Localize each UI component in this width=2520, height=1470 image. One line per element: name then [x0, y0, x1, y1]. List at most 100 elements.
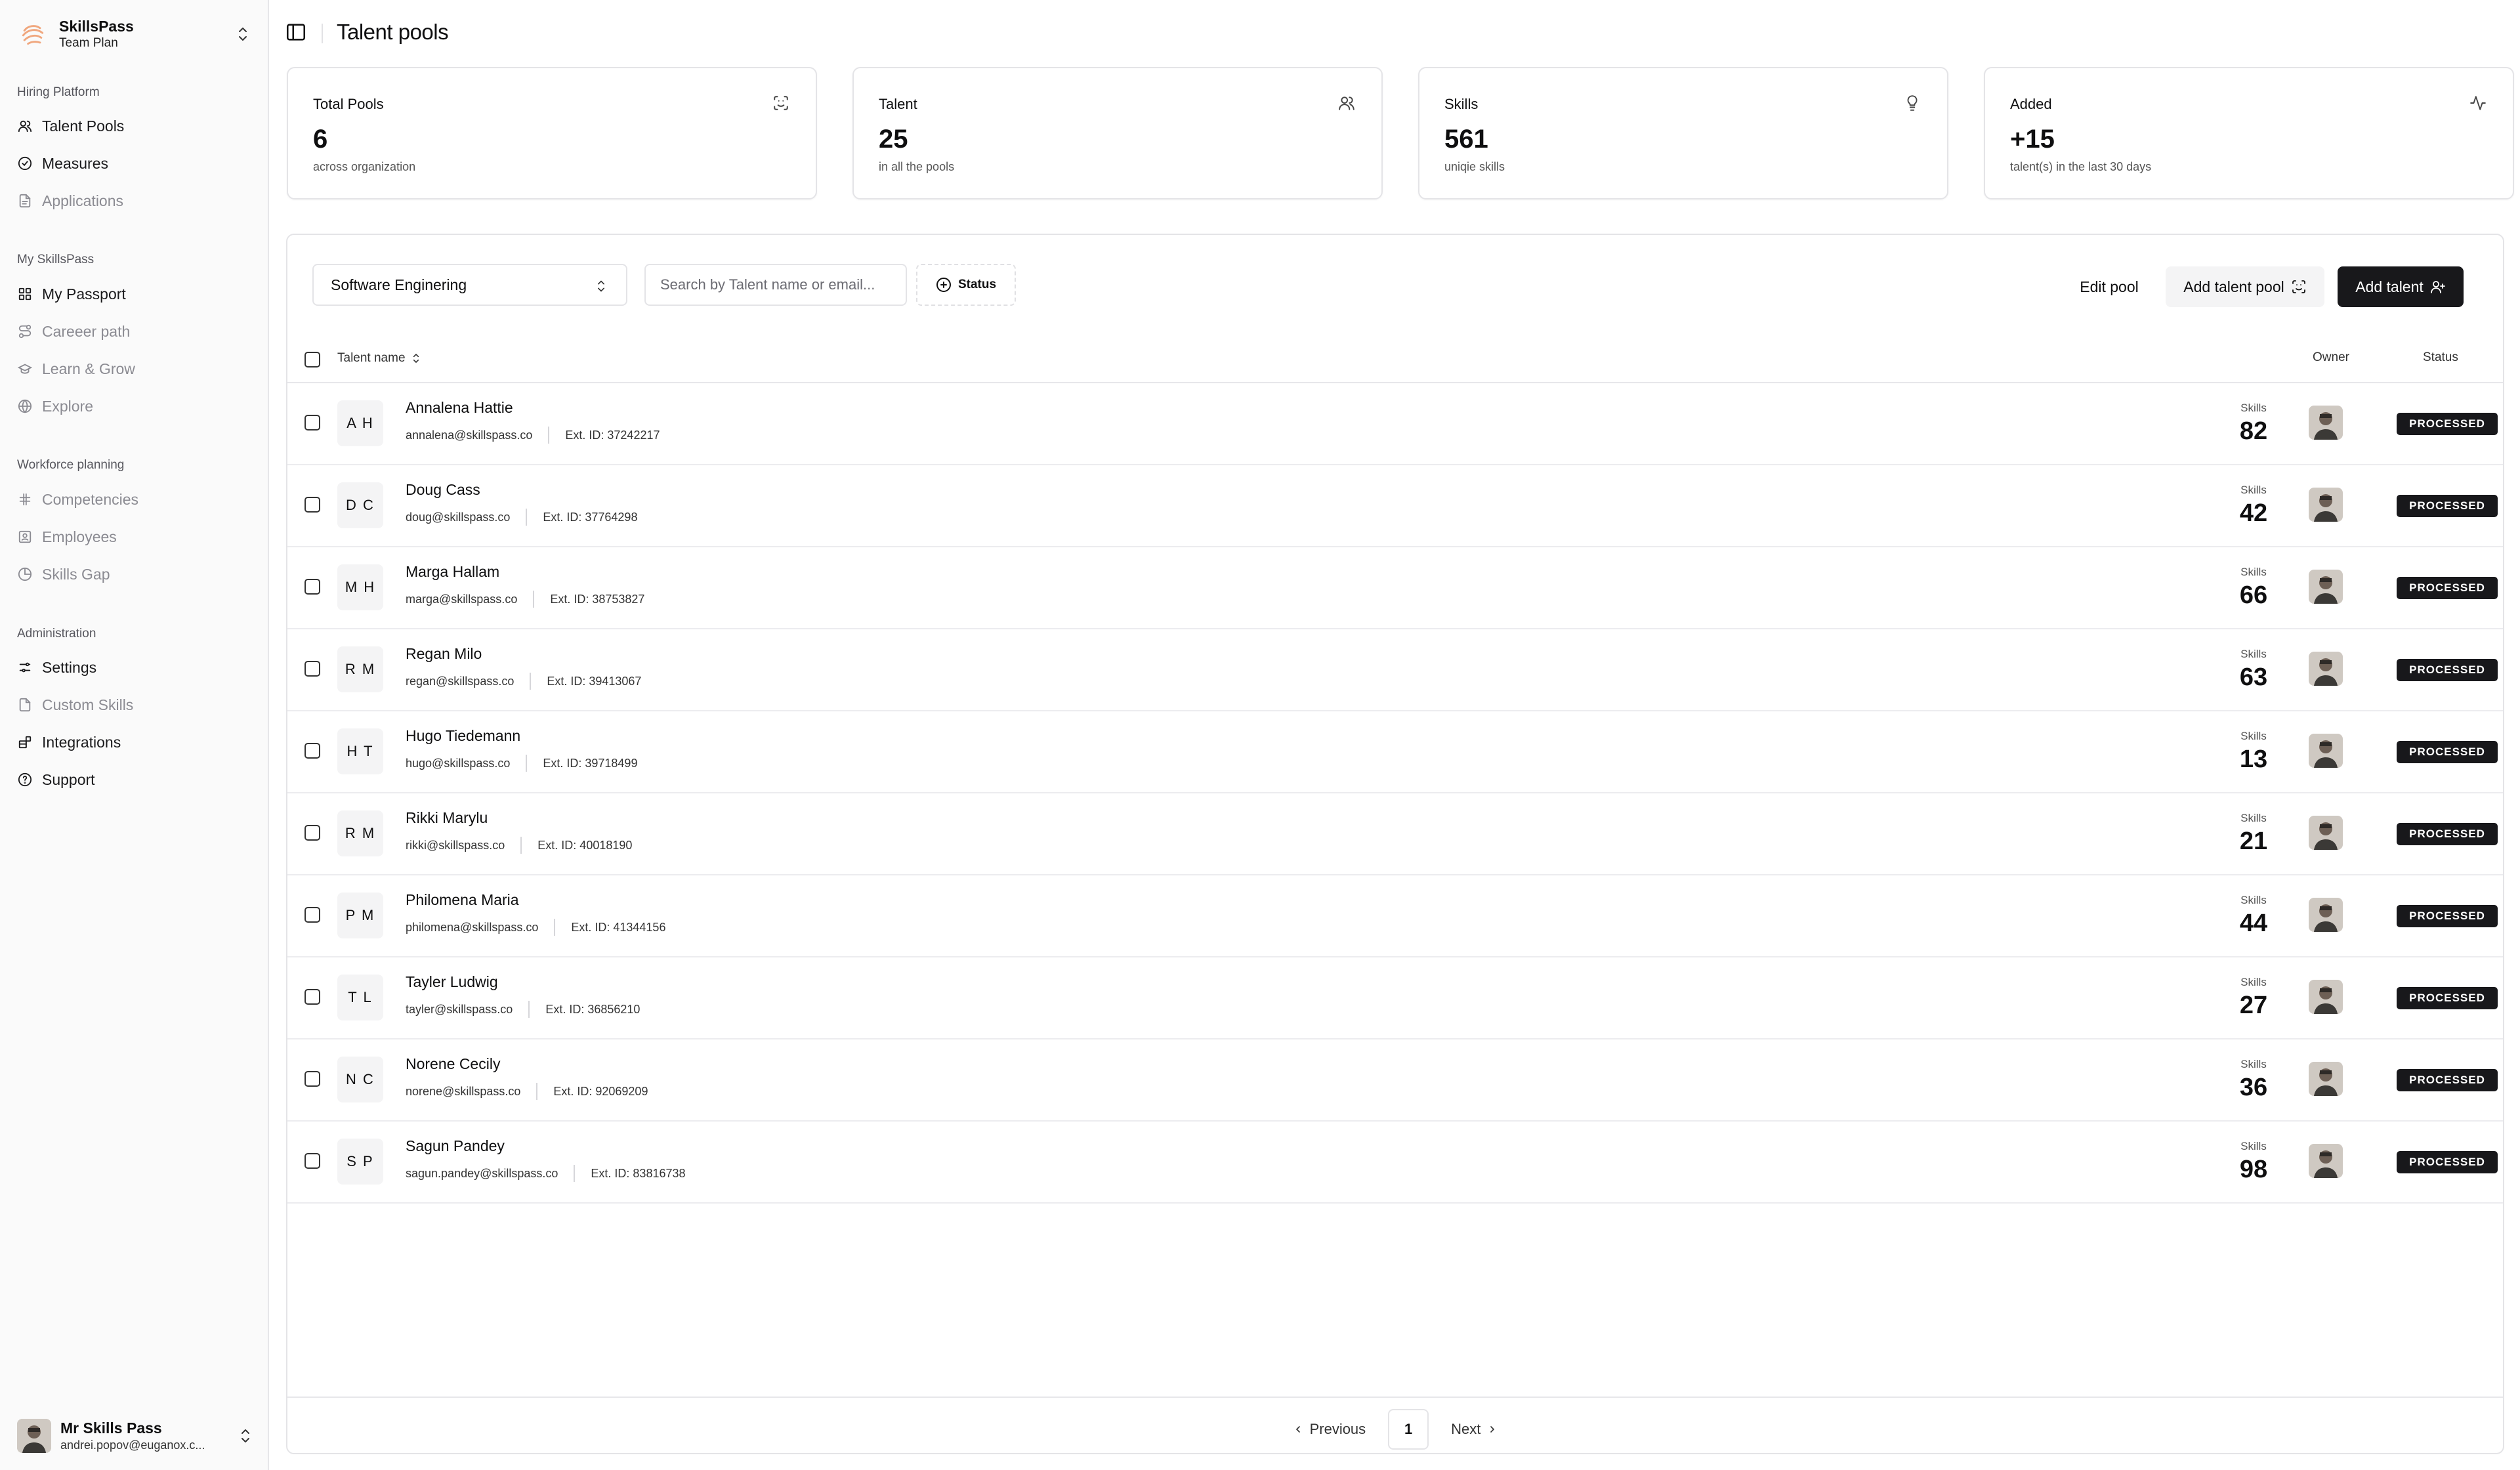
plus-circle-icon [936, 277, 952, 293]
sidebar-item-label: Talent Pools [42, 117, 125, 135]
table-row[interactable]: S P Sagun Pandey sagun.pandey@skillspass.c… [287, 1122, 2503, 1204]
talent-name[interactable]: Rikki Marylu [406, 809, 488, 827]
chevron-right-icon [1487, 1423, 1498, 1436]
skills-label: Skills [2240, 1140, 2267, 1152]
talent-meta: philomena@skillspass.co Ext. ID: 41344156 [406, 919, 665, 936]
owner-avatar [2309, 406, 2343, 440]
divider [574, 1165, 576, 1182]
owner-avatar [2309, 488, 2343, 522]
talent-name[interactable]: Regan Milo [406, 645, 482, 663]
skills-label: Skills [2240, 730, 2267, 742]
table-row[interactable]: T L Tayler Ludwig tayler@skillspass.co Ext.… [287, 957, 2503, 1040]
row-checkbox[interactable] [304, 1153, 320, 1169]
sidebar-item-employees[interactable]: Employees [17, 524, 253, 550]
divider [526, 509, 528, 526]
sidebar-item-custom-skills[interactable]: Custom Skills [17, 692, 253, 718]
sidebar-item-support[interactable]: Support [17, 766, 253, 793]
table-row[interactable]: R M Regan Milo regan@skillspass.co Ext. ID:… [287, 629, 2503, 711]
edit-pool-button[interactable]: Edit pool [2063, 266, 2155, 307]
sidebar-item-explore[interactable]: Explore [17, 393, 253, 419]
hash-icon [17, 492, 33, 507]
talent-email: tayler@skillspass.co [406, 1002, 513, 1016]
skills-label: Skills [2240, 648, 2267, 660]
talent-ext-id: Ext. ID: 41344156 [571, 920, 666, 934]
add-talent-pool-button[interactable]: Add talent pool [2166, 266, 2324, 307]
page-number-button[interactable]: 1 [1388, 1409, 1429, 1450]
status-badge: PROCESSED [2397, 1151, 2498, 1173]
status-badge: PROCESSED [2397, 741, 2498, 763]
row-checkbox[interactable] [304, 907, 320, 923]
talent-email: regan@skillspass.co [406, 674, 514, 688]
table-row[interactable]: N C Norene Cecily norene@skillspass.co Ext.… [287, 1040, 2503, 1122]
talent-meta: marga@skillspass.co Ext. ID: 38753827 [406, 591, 644, 608]
sidebar-item-settings[interactable]: Settings [17, 654, 253, 681]
sidebar-item-applications[interactable]: Applications [17, 188, 253, 214]
status-badge: PROCESSED [2397, 577, 2498, 599]
talent-meta: tayler@skillspass.co Ext. ID: 36856210 [406, 1001, 640, 1018]
sidebar-item-integrations[interactable]: Integrations [17, 729, 253, 755]
table-row[interactable]: H T Hugo Tiedemann hugo@skillspass.co Ext. … [287, 711, 2503, 793]
sidebar-item-measures[interactable]: Measures [17, 150, 253, 177]
status-badge: PROCESSED [2397, 987, 2498, 1009]
blocks-icon [17, 734, 33, 750]
talent-meta: hugo@skillspass.co Ext. ID: 39718499 [406, 755, 637, 772]
user-menu[interactable]: Mr Skills Pass andrei.popov@euganox.c... [17, 1418, 253, 1454]
sliders-icon [17, 660, 33, 675]
talent-name[interactable]: Sagun Pandey [406, 1137, 505, 1155]
stat-card-talent: Talent 25 in all the pools [852, 67, 1383, 200]
row-checkbox[interactable] [304, 415, 320, 430]
row-checkbox[interactable] [304, 497, 320, 513]
sidebar-item-learn-grow[interactable]: Learn & Grow [17, 356, 253, 382]
sidebar-item-career-path[interactable]: Careeer path [17, 318, 253, 345]
previous-page-button[interactable]: Previous [1293, 1421, 1366, 1438]
sidebar-item-skills-gap[interactable]: Skills Gap [17, 561, 253, 587]
skills-label: Skills [2240, 812, 2267, 824]
row-checkbox[interactable] [304, 1071, 320, 1087]
talent-name[interactable]: Norene Cecily [406, 1055, 500, 1073]
pool-select[interactable]: Software Enginering [312, 264, 627, 306]
table-row[interactable]: A H Annalena Hattie annalena@skillspass.co… [287, 383, 2503, 465]
search-input[interactable] [644, 264, 907, 306]
divider [530, 673, 532, 690]
talent-email: doug@skillspass.co [406, 510, 511, 524]
status-badge: PROCESSED [2397, 659, 2498, 681]
column-header-status: Status [2423, 350, 2458, 364]
talent-name[interactable]: Marga Hallam [406, 563, 499, 581]
talent-name[interactable]: Tayler Ludwig [406, 973, 498, 991]
next-page-button[interactable]: Next [1451, 1421, 1498, 1438]
row-checkbox[interactable] [304, 825, 320, 841]
talent-name[interactable]: Hugo Tiedemann [406, 727, 520, 745]
talent-name[interactable]: Philomena Maria [406, 891, 519, 909]
table-row[interactable]: R M Rikki Marylu rikki@skillspass.co Ext. I… [287, 793, 2503, 875]
workspace-switcher[interactable]: SkillsPass Team Plan [17, 16, 253, 52]
row-checkbox[interactable] [304, 743, 320, 759]
talent-meta: regan@skillspass.co Ext. ID: 39413067 [406, 673, 641, 690]
select-all-checkbox[interactable] [304, 352, 320, 368]
add-talent-button[interactable]: Add talent [2338, 266, 2464, 307]
table-row[interactable]: P M Philomena Maria philomena@skillspass.c… [287, 875, 2503, 957]
skills-label: Skills [2240, 894, 2267, 906]
talent-name[interactable]: Annalena Hattie [406, 399, 513, 417]
row-checkbox[interactable] [304, 661, 320, 677]
sidebar: SkillsPass Team Plan Hiring Platform Tal… [0, 0, 269, 1470]
table-row[interactable]: D C Doug Cass doug@skillspass.co Ext. ID: 3… [287, 465, 2503, 547]
sidebar-item-my-passport[interactable]: My Passport [17, 281, 253, 307]
sidebar-item-label: Applications [42, 192, 124, 209]
row-checkbox[interactable] [304, 989, 320, 1005]
panel-toggle-icon[interactable] [285, 21, 308, 45]
sidebar-item-label: Settings [42, 658, 97, 676]
initials-avatar: M H [337, 564, 383, 610]
chevrons-up-down-icon [595, 277, 608, 299]
column-header-talent-name[interactable]: Talent name [337, 350, 421, 366]
sidebar-item-competencies[interactable]: Competencies [17, 486, 253, 513]
divider [536, 1083, 538, 1100]
sidebar-item-talent-pools[interactable]: Talent Pools [17, 113, 253, 139]
initials-avatar: A H [337, 400, 383, 446]
talent-name[interactable]: Doug Cass [406, 481, 480, 499]
row-checkbox[interactable] [304, 579, 320, 595]
skills-count: 66 [2239, 581, 2268, 609]
talent-ext-id: Ext. ID: 36856210 [545, 1002, 640, 1016]
status-badge: PROCESSED [2397, 823, 2498, 845]
status-filter-button[interactable]: Status [916, 264, 1016, 306]
table-row[interactable]: M H Marga Hallam marga@skillspass.co Ext. I… [287, 547, 2503, 629]
